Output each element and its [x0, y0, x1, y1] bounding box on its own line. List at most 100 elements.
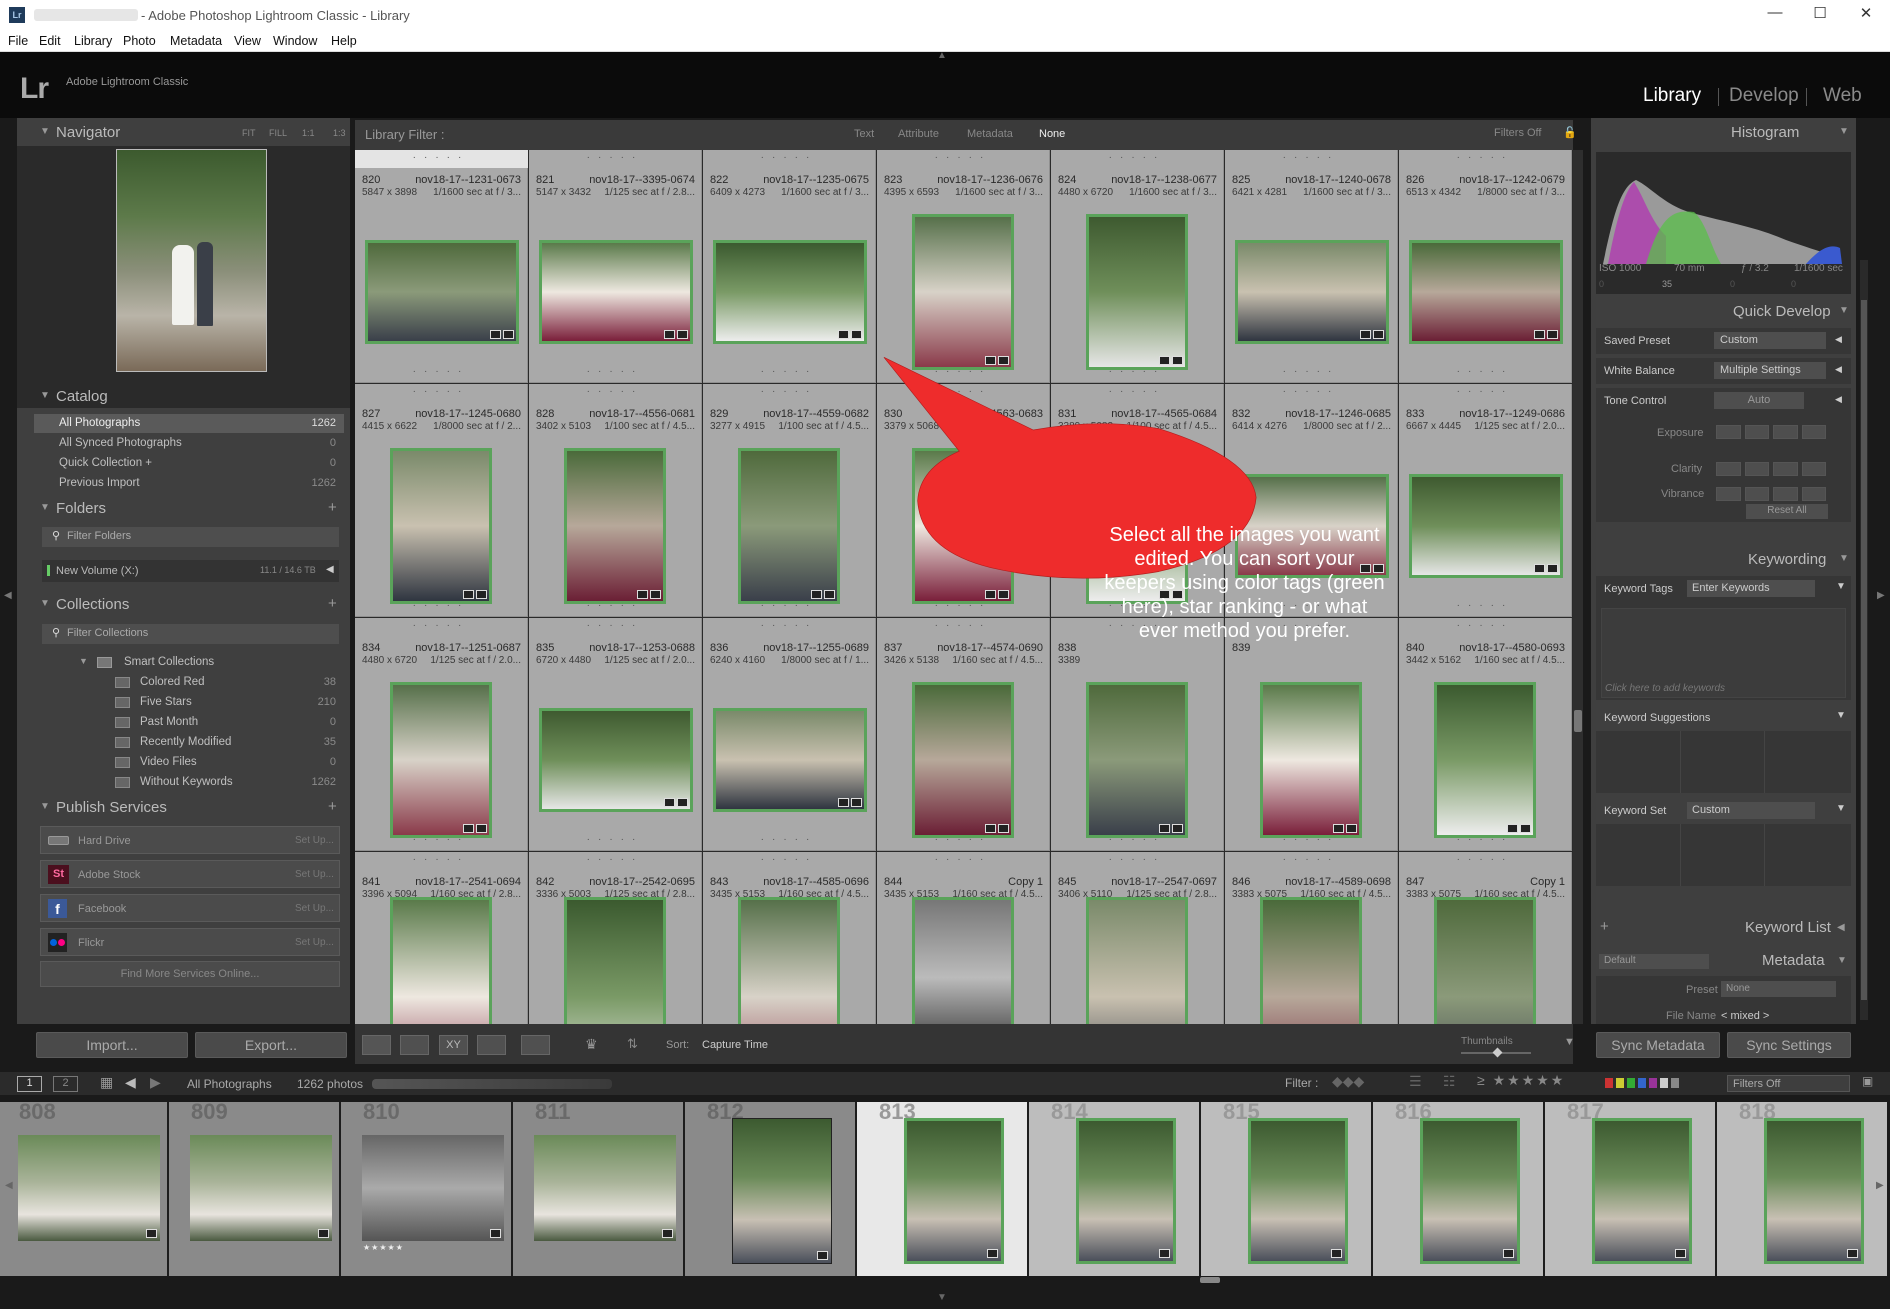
grid-scroll-thumb[interactable]: [1574, 710, 1582, 732]
grid-cell[interactable]: 835 nov18-17--1253-0688 6720 x 4480 1/125 s…: [529, 618, 702, 851]
photo-thumbnail[interactable]: [1260, 682, 1362, 838]
filmstrip-thumbnail[interactable]: [1076, 1118, 1176, 1264]
filmstrip-thumbnail[interactable]: [1420, 1118, 1520, 1264]
keyword-entry-dropdown[interactable]: Enter Keywords: [1687, 580, 1815, 597]
rating-dots[interactable]: ·····: [1051, 854, 1223, 865]
filmstrip-cell[interactable]: 809: [169, 1099, 339, 1276]
sort-direction-icon[interactable]: ⇅: [627, 1036, 638, 1052]
photo-thumbnail[interactable]: [738, 448, 840, 604]
collection-video-files[interactable]: Video Files 0: [34, 753, 344, 772]
quick-develop-header[interactable]: Quick Develop ▼: [1591, 299, 1856, 325]
photo-thumbnail[interactable]: [564, 448, 666, 604]
metadata-header[interactable]: Default Metadata ▼: [1596, 950, 1851, 976]
close-button[interactable]: ✕: [1843, 4, 1889, 26]
filmstrip-thumbnail[interactable]: [362, 1135, 504, 1241]
auto-tone-button[interactable]: Auto: [1714, 392, 1804, 409]
photo-thumbnail[interactable]: [564, 897, 666, 1024]
right-panel-scroll-thumb[interactable]: [1861, 300, 1867, 1000]
rating-dots[interactable]: ·····: [703, 386, 875, 397]
photo-thumbnail[interactable]: [912, 214, 1014, 370]
filmstrip-thumbnail[interactable]: [1592, 1118, 1692, 1264]
add-publish-service-icon[interactable]: +: [328, 798, 337, 815]
photo-thumbnail[interactable]: [365, 240, 519, 344]
rating-dots[interactable]: ·····: [1225, 152, 1397, 163]
rating-dots[interactable]: ·····: [529, 386, 701, 397]
grid-cell[interactable]: 822 nov18-17--1235-0675 6409 x 4273 1/1600 …: [703, 150, 876, 383]
grid-cell[interactable]: 836 nov18-17--1255-0689 6240 x 4160 1/8000 …: [703, 618, 876, 851]
publish-facebook[interactable]: f Facebook Set Up...: [40, 894, 340, 922]
grid-scrollbar[interactable]: [1573, 150, 1583, 1024]
photo-thumbnail[interactable]: [1409, 240, 1563, 344]
catalog-item-quick-collection[interactable]: Quick Collection + 0: [34, 454, 344, 473]
publish-adobe-stock[interactable]: St Adobe Stock Set Up...: [40, 860, 340, 888]
rating-dots[interactable]: ·····: [703, 620, 875, 631]
filter-tab-attribute[interactable]: Attribute: [898, 128, 939, 140]
filmstrip-left-icon[interactable]: ◀: [5, 1180, 13, 1191]
folders-header[interactable]: ▼ Folders +: [34, 496, 347, 522]
grid-cell[interactable]: 823 nov18-17--1236-0676 4395 x 6593 1/1600 …: [877, 150, 1050, 383]
rating-dots[interactable]: ·····: [877, 152, 1049, 163]
thumbnail-size-slider[interactable]: [1461, 1047, 1531, 1058]
filmstrip-cell[interactable]: 818: [1717, 1099, 1887, 1276]
sort-dropdown[interactable]: Capture Time: [702, 1039, 768, 1051]
menu-view[interactable]: View: [234, 34, 261, 48]
grid-cell[interactable]: 826 nov18-17--1242-0679 6513 x 4342 1/8000 …: [1399, 150, 1572, 383]
keyword-set-dropdown[interactable]: Custom: [1687, 802, 1815, 819]
expand-triangle-icon[interactable]: ▼: [1836, 581, 1846, 592]
flag-filter-icon[interactable]: ◆◆◆: [1332, 1073, 1364, 1090]
photo-thumbnail[interactable]: [713, 240, 867, 344]
expand-left-icon[interactable]: ◀: [1835, 394, 1842, 405]
compare-view-icon[interactable]: XY: [439, 1035, 468, 1055]
photo-thumbnail[interactable]: [912, 897, 1014, 1024]
saved-preset-dropdown[interactable]: Custom: [1714, 332, 1826, 349]
collections-header[interactable]: ▼ Collections +: [34, 592, 347, 618]
color-label-dots[interactable]: ·····: [1399, 600, 1571, 611]
collapse-right-panel-icon[interactable]: ▶: [1877, 590, 1885, 601]
rating-dots[interactable]: ·····: [1225, 854, 1397, 865]
color-label-dots[interactable]: ·····: [1225, 834, 1397, 845]
catalog-item-all-photographs[interactable]: All Photographs 1262: [34, 414, 344, 433]
module-develop[interactable]: Develop: [1729, 85, 1799, 107]
color-label-dots[interactable]: ·····: [1051, 834, 1223, 845]
collapse-top-icon[interactable]: ▲: [937, 50, 947, 61]
import-button[interactable]: Import...: [36, 1032, 188, 1058]
photo-thumbnail[interactable]: [390, 682, 492, 838]
grid-cell[interactable]: 847 Copy 1 3383 x 5075 1/160 sec at f / 4.5…: [1399, 852, 1572, 1024]
filter-folders-input[interactable]: ⚲ Filter Folders: [42, 527, 339, 547]
clarity-stepper[interactable]: [1716, 462, 1826, 476]
grid-cell[interactable]: 834 nov18-17--1251-0687 4480 x 6720 1/125 s…: [355, 618, 528, 851]
publish-hard-drive[interactable]: Hard Drive Set Up...: [40, 826, 340, 854]
folder-volume[interactable]: New Volume (X:) 11.1 / 14.6 TB ◀: [42, 560, 339, 582]
filmstrip-cell[interactable]: 817: [1545, 1099, 1715, 1276]
add-keyword-icon[interactable]: +: [1600, 918, 1609, 935]
catalog-item-previous-import[interactable]: Previous Import 1262: [34, 474, 344, 493]
rating-dots[interactable]: ·····: [1399, 152, 1571, 163]
grid-cell[interactable]: 846 nov18-17--4589-0698 3383 x 5075 1/160 s…: [1225, 852, 1398, 1024]
filters-off-dropdown[interactable]: Filters Off: [1494, 127, 1541, 139]
expand-left-icon[interactable]: ◀: [1837, 922, 1845, 933]
color-label-dots[interactable]: ·····: [355, 600, 527, 611]
rating-dots[interactable]: ·····: [529, 620, 701, 631]
filmstrip-thumbnail[interactable]: [190, 1135, 332, 1241]
keyword-suggestions-header[interactable]: Keyword Suggestions ▼: [1596, 705, 1851, 731]
lock-icon[interactable]: 🔓: [1563, 126, 1577, 139]
photo-thumbnail[interactable]: [1434, 897, 1536, 1024]
grid-cell[interactable]: 844 Copy 1 3435 x 5153 1/160 sec at f / 4.5…: [877, 852, 1050, 1024]
collection-recently-modified[interactable]: Recently Modified 35: [34, 733, 344, 752]
rating-dots[interactable]: ·····: [703, 854, 875, 865]
photo-thumbnail[interactable]: [539, 708, 693, 812]
color-label-dots[interactable]: ·····: [703, 366, 875, 377]
filter-collections-input[interactable]: ⚲ Filter Collections: [42, 624, 339, 644]
filmstrip-source[interactable]: All Photographs: [187, 1077, 272, 1091]
collection-five-stars[interactable]: Five Stars 210: [34, 693, 344, 712]
grid-cell[interactable]: 838 3389 ····· ·····: [1051, 618, 1224, 851]
metadata-preset-dropdown[interactable]: None: [1721, 981, 1836, 997]
photo-thumbnail[interactable]: [539, 240, 693, 344]
color-label-dots[interactable]: ·····: [529, 600, 701, 611]
filter-tab-none[interactable]: None: [1039, 128, 1065, 140]
painter-icon[interactable]: ♛: [585, 1036, 598, 1053]
filmstrip-thumbnail[interactable]: [534, 1135, 676, 1241]
collection-without-keywords[interactable]: Without Keywords 1262: [34, 773, 344, 792]
export-button[interactable]: Export...: [195, 1032, 347, 1058]
grid-cell[interactable]: 842 nov18-17--2542-0695 3336 x 5003 1/125 s…: [529, 852, 702, 1024]
